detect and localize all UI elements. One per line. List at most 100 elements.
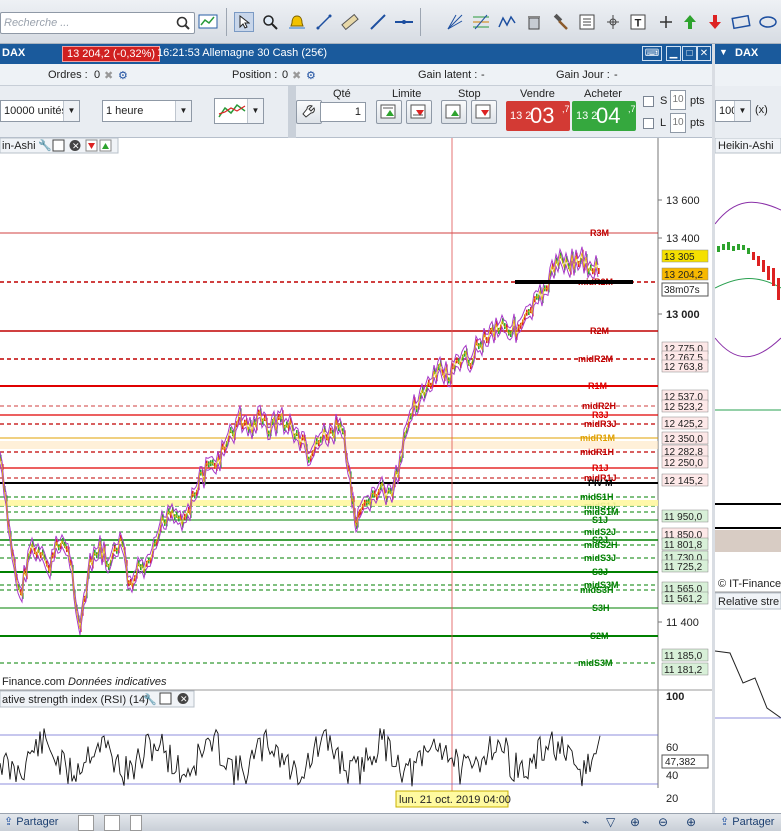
watermark: Finance.com	[2, 676, 65, 688]
price-chart[interactable]: R3MmidR2MR2MmidR2MR1MmidR2HR3JmidR3JmidR…	[0, 138, 712, 813]
gain-latent-value: -	[481, 69, 485, 81]
s-points-input[interactable]: 10	[670, 90, 686, 110]
sell-button[interactable]: 13 2 03 ,7	[506, 101, 570, 131]
buy-button[interactable]: 13 2 04 ,7	[572, 101, 636, 131]
chevron-down-icon[interactable]: ▼	[247, 99, 263, 123]
chevron-down-icon[interactable]: ▼	[63, 101, 79, 121]
fan-icon[interactable]	[445, 12, 465, 32]
zoom-out-icon[interactable]: ⊖	[658, 815, 668, 831]
ellipse-icon[interactable]	[758, 12, 778, 32]
plus-tool-icon[interactable]	[656, 12, 676, 32]
close-icon[interactable]: ✕	[697, 46, 711, 61]
instrument-symbol: DAX	[2, 47, 26, 59]
down-arrow-icon[interactable]	[705, 12, 725, 32]
zoom-icon[interactable]	[260, 12, 280, 32]
maximize-icon[interactable]: □	[682, 46, 697, 61]
pin-icon[interactable]: ▽	[606, 815, 615, 831]
wrench-button[interactable]	[296, 100, 322, 124]
buy-label: Acheter	[584, 88, 622, 100]
watermark-note: Données indicatives	[68, 676, 167, 688]
wrench-icon[interactable]: 🔧	[38, 138, 52, 152]
qty-input[interactable]: 1	[320, 102, 366, 122]
secondary-x-label[interactable]: (x)	[755, 104, 768, 116]
y-tick-label: 13 600	[666, 195, 700, 207]
secondary-units-select[interactable]: 1000 ▼	[715, 100, 751, 122]
chevron-down-icon[interactable]: ▼	[719, 47, 728, 57]
pointer-icon[interactable]	[234, 12, 254, 32]
share-button-right[interactable]: ⇪ Partager	[720, 815, 774, 831]
l-label: L	[660, 117, 667, 129]
trend-line-icon[interactable]	[368, 12, 388, 32]
l-points-input[interactable]: 10	[670, 113, 686, 133]
fit-icon[interactable]: ⊕	[630, 815, 640, 831]
limit-checkbox[interactable]	[643, 118, 654, 129]
properties-icon[interactable]	[577, 12, 597, 32]
keyboard-icon[interactable]: ⌨	[642, 46, 662, 61]
limit-sell-icon	[410, 104, 426, 119]
rectangle-icon[interactable]	[731, 12, 751, 32]
stop-buy-button[interactable]	[441, 100, 467, 124]
minimize-icon[interactable]: ▁	[666, 46, 681, 61]
position-value: 0	[282, 69, 289, 81]
chart-type-select[interactable]: ▼	[214, 98, 264, 124]
ruler-icon[interactable]	[340, 12, 360, 32]
sell-price-big: 03	[530, 103, 555, 128]
grid-icon[interactable]	[104, 815, 120, 831]
fibonacci-icon[interactable]	[471, 12, 491, 32]
panel-icon[interactable]	[130, 815, 142, 831]
svg-text:T: T	[635, 18, 642, 30]
close-position-icon[interactable]: ✖	[292, 69, 301, 82]
units-select[interactable]: 10000 unités ▼	[0, 100, 80, 122]
pivot-label: R1J	[592, 463, 609, 473]
s-pts-label: pts	[690, 95, 705, 107]
limit-sell-button[interactable]	[406, 100, 432, 124]
magnet-icon[interactable]: ⌁	[582, 815, 589, 831]
delete-icon[interactable]	[524, 12, 544, 32]
limit-buy-button[interactable]	[376, 100, 402, 124]
wrench-icon[interactable]: 🔧	[143, 692, 157, 706]
indicator-window-icon[interactable]	[52, 139, 65, 152]
chevron-down-icon[interactable]: ▼	[734, 101, 750, 121]
search-box[interactable]: Recherche ...	[0, 12, 195, 34]
rsi-window-icon[interactable]	[159, 692, 172, 705]
zoom-in-icon[interactable]: ⊕	[686, 815, 696, 831]
wave-icon[interactable]	[497, 12, 517, 32]
rsi-tick-label: 20	[666, 793, 678, 805]
hammer-icon[interactable]	[550, 12, 570, 32]
stop-sell-icon	[475, 104, 491, 119]
share-button[interactable]: ⇪ Partager	[4, 815, 58, 831]
share-label: Partager	[16, 816, 59, 828]
panel-collapse-handle[interactable]	[288, 86, 296, 138]
stop-sell-button[interactable]	[471, 100, 497, 124]
candle	[598, 268, 600, 274]
rsi-label: ative strength index (RSI) (14)	[2, 694, 149, 706]
alert-icon[interactable]	[287, 12, 307, 32]
gain-jour-label: Gain Jour :	[556, 69, 610, 81]
text-icon[interactable]: T	[628, 12, 648, 32]
orders-label: Ordres :	[48, 69, 88, 81]
secondary-trading-bar: 1000 ▼ (x)	[715, 86, 781, 138]
pivot-label: S1J	[592, 515, 608, 525]
price-box-label: 12 145,2	[664, 476, 703, 487]
horizontal-line-icon[interactable]	[394, 12, 414, 32]
cancel-orders-icon[interactable]: ✖	[104, 69, 113, 82]
chevron-down-icon[interactable]: ▼	[175, 101, 191, 121]
up-arrow-icon[interactable]	[680, 12, 700, 32]
secondary-chart[interactable]: Heikin-Ashi © IT-Finance Relative stre	[715, 138, 781, 813]
pivot-label: midS3J	[584, 553, 616, 563]
pivot-label: PIV M	[588, 478, 613, 488]
platform-icon[interactable]	[198, 12, 218, 32]
hierarchy-icon[interactable]	[603, 12, 623, 32]
window-title-bar: DAX 13 204,2 (-0,32%) 16:21:53 Allemagne…	[0, 44, 712, 64]
line-tool-icon[interactable]	[314, 12, 334, 32]
stop-checkbox[interactable]	[643, 96, 654, 107]
price-box-label: 11 725,2	[664, 562, 703, 573]
units-value: 10000 unités	[4, 105, 67, 117]
layout-icon[interactable]	[78, 815, 94, 831]
orders-settings-icon[interactable]: ⚙	[118, 69, 128, 82]
price-box-label: 12 523,2	[664, 402, 703, 413]
search-icon[interactable]	[175, 15, 191, 31]
timeframe-select[interactable]: 1 heure ▼	[102, 100, 192, 122]
crosshair-date-label: lun. 21 oct. 2019 04:00	[399, 794, 511, 806]
position-settings-icon[interactable]: ⚙	[306, 69, 316, 82]
